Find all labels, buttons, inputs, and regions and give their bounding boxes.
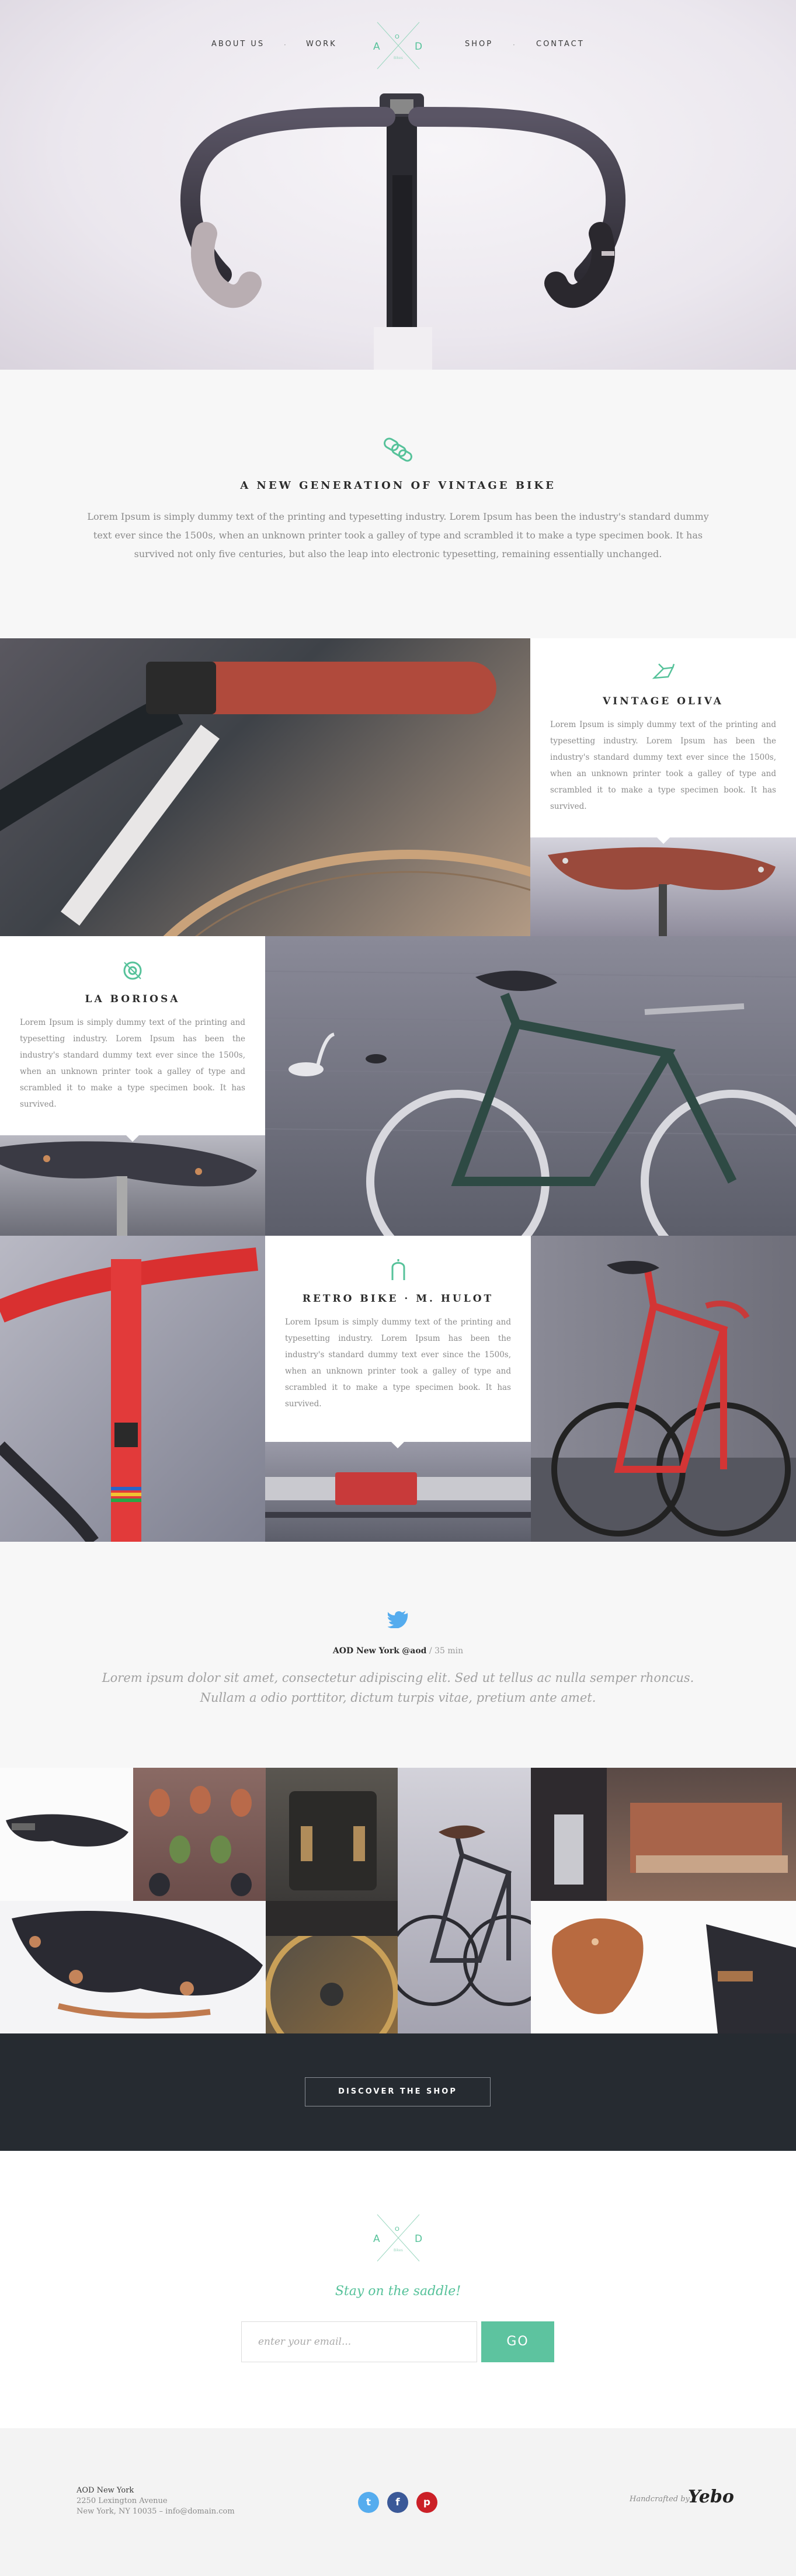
card-notch bbox=[391, 1442, 404, 1448]
card-retro-bike: RETRO BIKE · M. HULOT Lorem Ipsum is sim… bbox=[265, 1236, 531, 1442]
logo-letter-o: O bbox=[395, 34, 399, 40]
main-nav: ABOUT US · WORK SHOP · CONTACT A O D Bik… bbox=[0, 22, 796, 69]
logo-sub: Bikes bbox=[394, 2248, 403, 2252]
card-icon-wrap bbox=[530, 662, 796, 684]
lake-bicycle-photo bbox=[265, 936, 796, 1236]
subscribe-button[interactable]: GO bbox=[481, 2321, 554, 2362]
site-footer: AOD New York 2250 Lexington Avenue New Y… bbox=[0, 2428, 796, 2576]
card-icon-wrap bbox=[265, 1259, 531, 1281]
saddle-art bbox=[548, 847, 776, 936]
card-body: Lorem Ipsum is simply dummy text of the … bbox=[20, 1018, 245, 1109]
discover-shop-button[interactable]: DISCOVER THE SHOP bbox=[305, 2077, 491, 2106]
gallery-brown-saddle-art bbox=[552, 1918, 796, 2033]
gallery-photo-1[interactable] bbox=[0, 1768, 133, 1901]
saddle-photo bbox=[530, 837, 796, 936]
red-frame-photo bbox=[0, 1236, 265, 1542]
gallery-wheel-art bbox=[266, 1901, 398, 2033]
logo-letter-o: O bbox=[395, 2226, 399, 2233]
tweet-text: Lorem ipsum dolor sit amet, consectetur … bbox=[102, 1671, 694, 1705]
handlebar-tape-art bbox=[0, 662, 530, 936]
footer-city-email: New York, NY 10035 – info@domain.com bbox=[77, 2507, 235, 2516]
intro-body: Lorem Ipsum is simply dummy text of the … bbox=[87, 511, 709, 559]
card-vintage-oliva: VINTAGE OLIVA Lorem Ipsum is simply dumm… bbox=[530, 638, 796, 837]
twitter-icon bbox=[388, 1611, 408, 1628]
card-body: Lorem Ipsum is simply dummy text of the … bbox=[550, 720, 776, 811]
gallery-saddle-wall-art bbox=[149, 1786, 252, 1896]
gallery-photo-3[interactable] bbox=[266, 1768, 398, 1901]
tweet-time: / 35 min bbox=[429, 1646, 464, 1656]
rim-photo bbox=[265, 1442, 531, 1542]
wheel-icon bbox=[123, 961, 142, 980]
card-title: RETRO BIKE · M. HULOT bbox=[302, 1293, 494, 1305]
card-la-boriosa: LA BORIOSA Lorem Ipsum is simply dummy t… bbox=[0, 936, 265, 1135]
newsletter-section: A O D Bikes Stay on the saddle! GO bbox=[0, 2151, 796, 2428]
nav-about-us[interactable]: ABOUT US bbox=[211, 40, 265, 48]
tweet-author: AOD New York @aod / 35 min bbox=[0, 1646, 796, 1656]
lake-bicycle-art bbox=[265, 971, 796, 1236]
footer-address: AOD New York 2250 Lexington Avenue New Y… bbox=[77, 2485, 235, 2517]
header-logo[interactable]: A O D Bikes bbox=[371, 19, 425, 72]
facebook-icon: f bbox=[395, 2497, 400, 2508]
footer-logo: A O D Bikes bbox=[371, 2211, 425, 2265]
email-input[interactable] bbox=[241, 2321, 477, 2362]
gallery-saddle-art bbox=[6, 1814, 128, 1847]
gallery-shop-art bbox=[531, 1768, 788, 1901]
gallery-photo-4[interactable] bbox=[398, 1768, 531, 2033]
gallery-photo-5[interactable] bbox=[531, 1768, 796, 1901]
saddle-rails-art bbox=[0, 1141, 257, 1236]
nav-work[interactable]: WORK bbox=[306, 40, 337, 48]
yebo-logo[interactable]: Yebo bbox=[688, 2487, 734, 2507]
red-bike-wall-art bbox=[531, 1261, 796, 1542]
hero-banner: ABOUT US · WORK SHOP · CONTACT A O D Bik… bbox=[0, 0, 796, 370]
fork-icon bbox=[391, 1259, 405, 1280]
twitter-social-button[interactable]: t bbox=[358, 2492, 379, 2513]
nav-separator: · bbox=[284, 41, 286, 49]
gallery-photo-7[interactable] bbox=[266, 1901, 398, 2033]
tweet-handle[interactable]: @aod bbox=[402, 1646, 426, 1656]
footer-street: 2250 Lexington Avenue bbox=[77, 2497, 168, 2505]
saddle-rails-photo bbox=[0, 1135, 265, 1236]
handlebar-tape-photo bbox=[0, 638, 530, 936]
card-icon-wrap bbox=[0, 960, 265, 982]
card-notch bbox=[657, 837, 670, 844]
nav-shop[interactable]: SHOP bbox=[465, 40, 493, 48]
intro-section: A NEW GENERATION OF VINTAGE BIKE Lorem I… bbox=[0, 370, 796, 638]
logo-sub: Bikes bbox=[394, 56, 403, 60]
pinterest-icon: p bbox=[423, 2497, 431, 2508]
card-body: Lorem Ipsum is simply dummy text of the … bbox=[285, 1317, 511, 1409]
facebook-social-button[interactable]: f bbox=[387, 2492, 408, 2513]
card-notch bbox=[126, 1135, 139, 1142]
tweet-name: AOD New York bbox=[332, 1646, 399, 1656]
chain-icon bbox=[384, 437, 412, 462]
handcrafted-label: Handcrafted by bbox=[630, 2495, 690, 2504]
card-title: LA BORIOSA bbox=[85, 993, 180, 1005]
page: ABOUT US · WORK SHOP · CONTACT A O D Bik… bbox=[0, 0, 796, 2576]
twitter-feed-section: AOD New York @aod / 35 min Lorem ipsum d… bbox=[0, 1542, 796, 1768]
gallery-photo-6[interactable] bbox=[0, 1901, 266, 2033]
shop-banner: DISCOVER THE SHOP bbox=[0, 2033, 796, 2151]
gallery-bike-art bbox=[398, 1825, 531, 2006]
gallery-photo-2[interactable] bbox=[133, 1768, 266, 1901]
footer-company-name: AOD New York bbox=[77, 2486, 134, 2495]
rim-art bbox=[265, 1472, 531, 1518]
logo-letter-a: A bbox=[373, 41, 380, 53]
bike-frame-icon bbox=[652, 663, 675, 679]
card-title: VINTAGE OLIVA bbox=[603, 696, 724, 707]
red-bike-wall-photo bbox=[531, 1236, 796, 1542]
gallery-bag-art bbox=[289, 1791, 377, 1890]
logo-letter-d: D bbox=[415, 2233, 423, 2245]
pinterest-social-button[interactable]: p bbox=[416, 2492, 437, 2513]
logo-letter-a: A bbox=[373, 2233, 380, 2245]
newsletter-tagline: Stay on the saddle! bbox=[335, 2284, 461, 2299]
gallery-saddle-closeup-art bbox=[12, 1910, 263, 2019]
gallery-photo-8[interactable] bbox=[531, 1901, 796, 2033]
nav-contact[interactable]: CONTACT bbox=[536, 40, 585, 48]
logo-letter-d: D bbox=[415, 41, 423, 53]
intro-title: A NEW GENERATION OF VINTAGE BIKE bbox=[240, 479, 556, 492]
twitter-icon: t bbox=[366, 2497, 371, 2508]
nav-separator: · bbox=[513, 41, 515, 49]
red-frame-art bbox=[0, 1247, 258, 1542]
